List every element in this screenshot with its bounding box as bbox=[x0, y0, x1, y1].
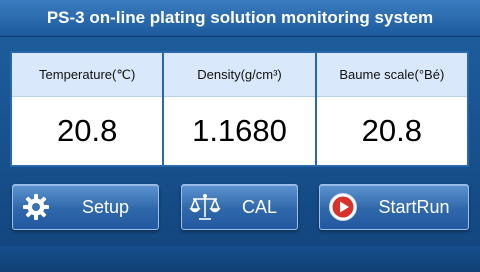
density-value: 1.1680 bbox=[192, 113, 287, 148]
temperature-cell: Temperature(℃) 20.8 bbox=[12, 53, 165, 165]
density-cell: Density(g/cm³) 1.1680 bbox=[164, 53, 317, 165]
readings-panel: Temperature(℃) 20.8 Density(g/cm³) 1.168… bbox=[10, 51, 469, 167]
start-run-label: StartRun bbox=[378, 196, 450, 217]
density-label: Density(g/cm³) bbox=[164, 53, 315, 97]
temperature-label: Temperature(℃) bbox=[12, 53, 163, 97]
baume-cell: Baume scale(°Bé) 20.8 bbox=[316, 53, 467, 165]
setup-button[interactable]: Setup bbox=[12, 184, 159, 230]
baume-label: Baume scale(°Bé) bbox=[316, 53, 467, 97]
cal-button[interactable]: CAL bbox=[181, 184, 298, 230]
setup-label: Setup bbox=[81, 196, 130, 217]
balance-scale-icon bbox=[188, 190, 222, 224]
temperature-value: 20.8 bbox=[56, 113, 118, 148]
bottom-bar bbox=[0, 246, 480, 272]
cal-label: CAL bbox=[241, 196, 277, 217]
title-bar: PS-3 on-line plating solution monitoring… bbox=[0, 0, 480, 37]
app-title: PS-3 on-line plating solution monitoring… bbox=[46, 8, 434, 27]
gear-icon bbox=[19, 190, 53, 224]
baume-value: 20.8 bbox=[361, 113, 422, 148]
start-run-button[interactable]: StartRun bbox=[319, 184, 469, 230]
play-icon bbox=[326, 190, 360, 224]
